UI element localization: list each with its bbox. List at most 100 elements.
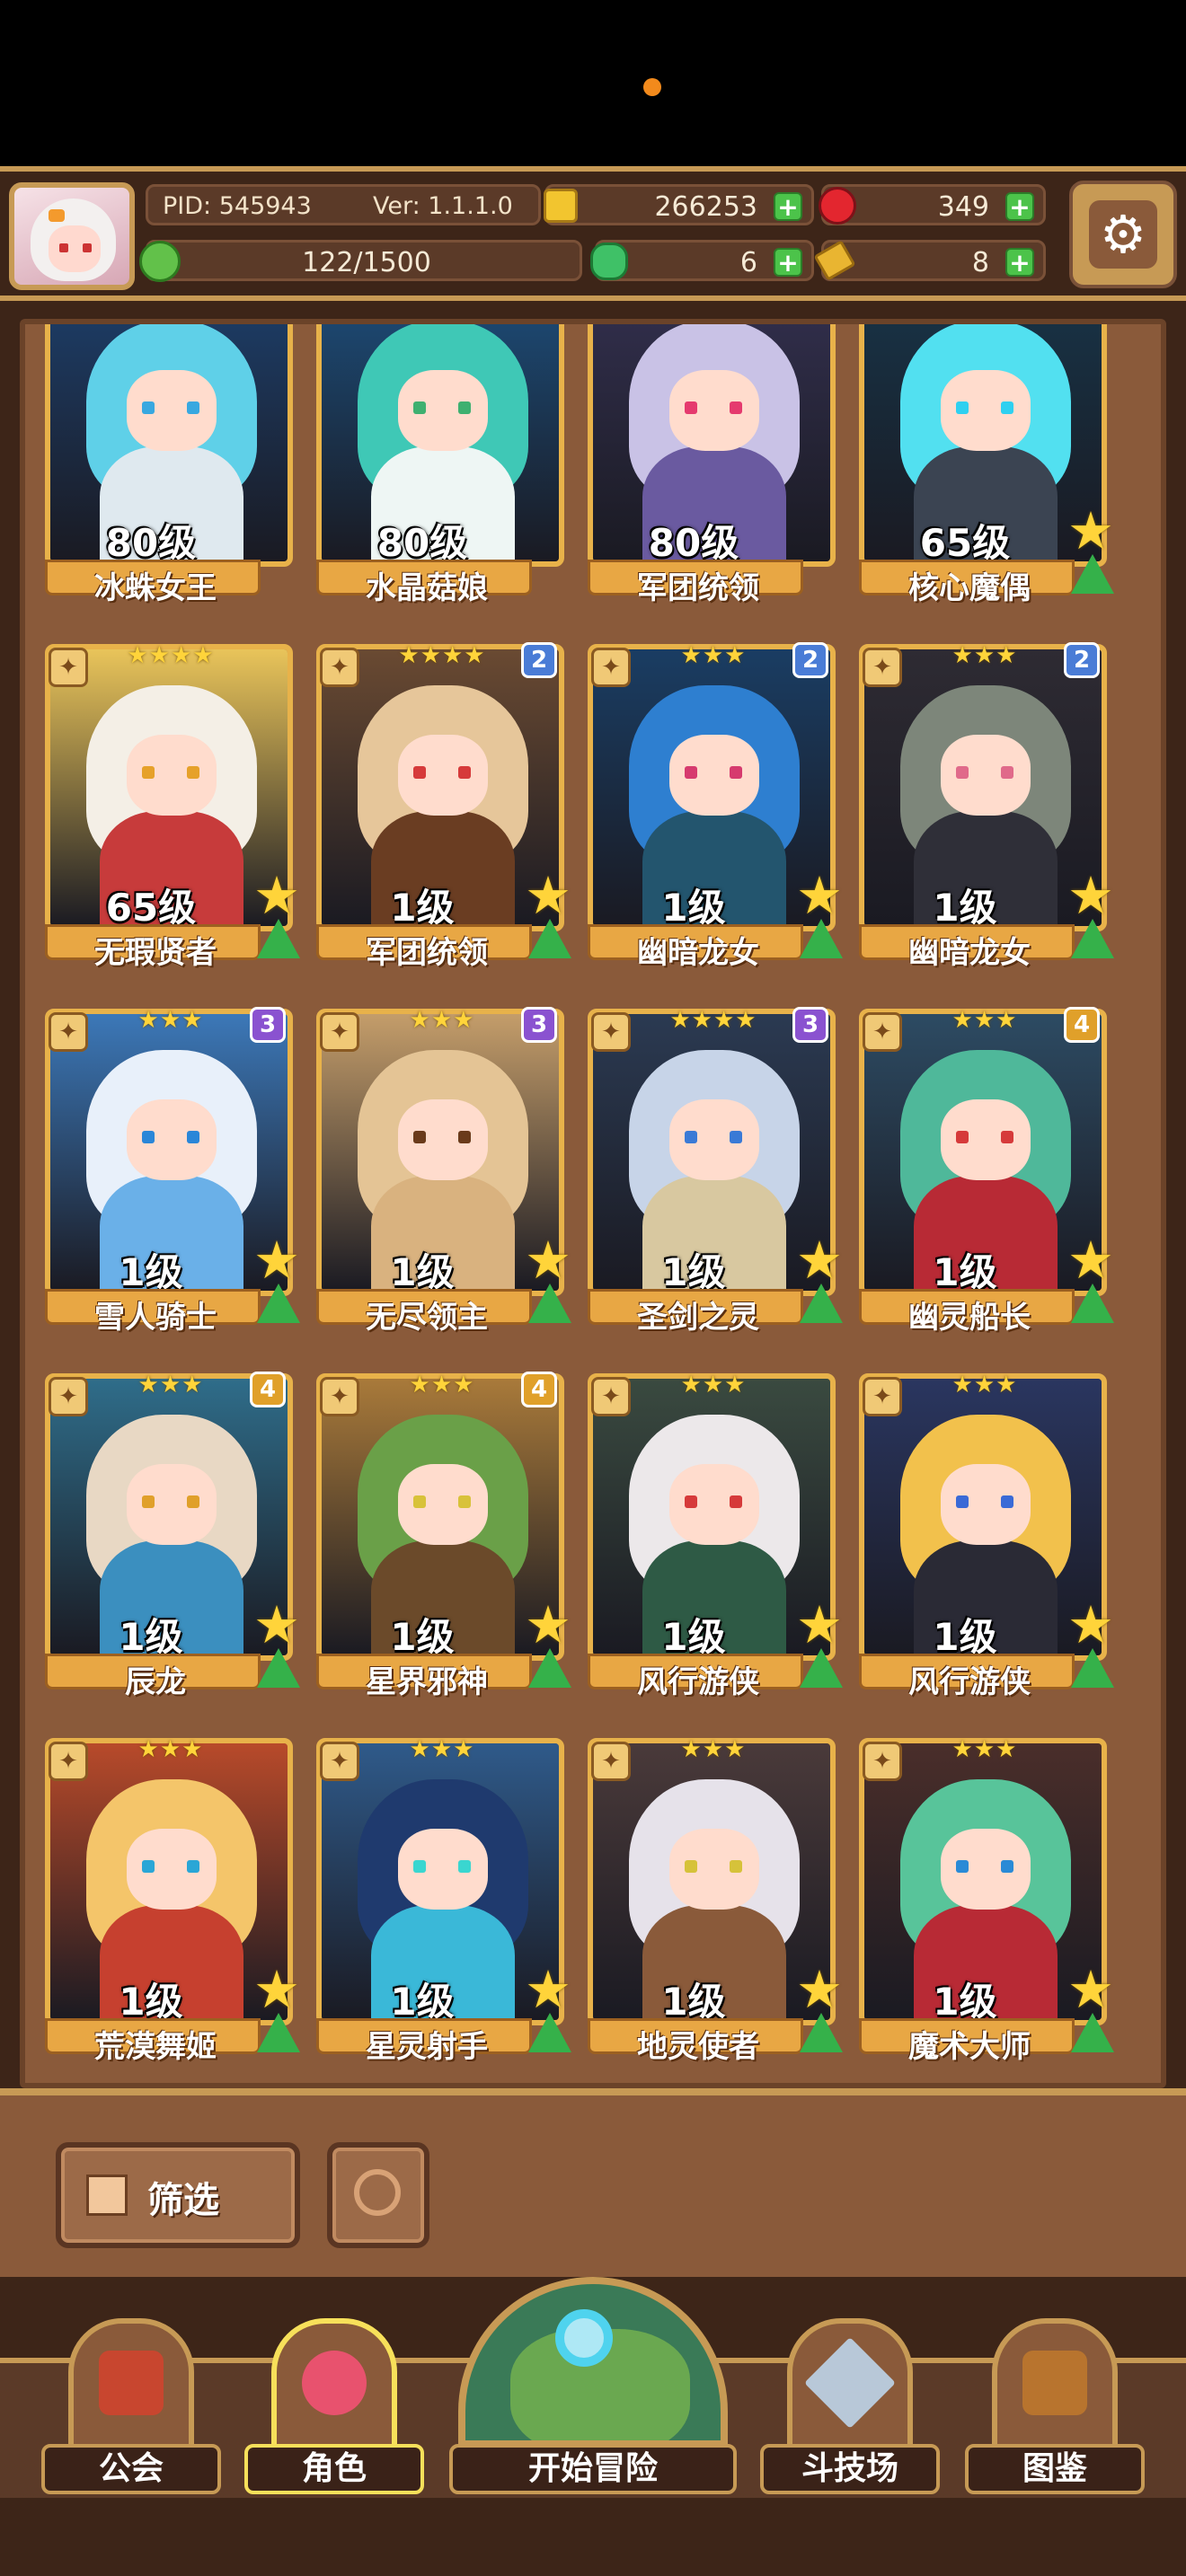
character-name: 无尽领主 [366, 1300, 488, 1336]
character-name: 幽暗龙女 [637, 935, 759, 971]
gear-icon: ⚙ [1089, 200, 1157, 269]
rarity-stars: ★★★ [409, 1736, 475, 1763]
rarity-stars: ★★★★ [127, 642, 215, 669]
grid-filter-icon [86, 2175, 128, 2216]
key-icon [813, 240, 856, 281]
nav-character[interactable]: 角色 [244, 2309, 424, 2498]
character-name: 核心魔偶 [908, 570, 1031, 606]
character-name: 无瑕贤者 [94, 935, 217, 971]
nav-start-adventure[interactable]: 开始冒险 [449, 2277, 737, 2501]
star-upgrade-icon: ★ [1067, 865, 1114, 926]
character-name-bar: 地灵使者 [588, 2018, 803, 2065]
guild-house-icon [99, 2351, 164, 2415]
nav-adventure-label: 开始冒险 [449, 2444, 737, 2494]
key-panel: 8 + [813, 240, 1046, 281]
rarity-stars: ★★★ [680, 642, 747, 669]
key-amount: 8 [971, 247, 989, 278]
character-card[interactable]: ✦ ★★★ 2 1级 幽暗龙女 ★ [588, 642, 843, 971]
add-key-button[interactable]: + [1005, 248, 1034, 277]
rarity-stars: ★★★ [137, 1372, 204, 1398]
rarity-stars: ★★★★ [669, 1007, 757, 1034]
character-card[interactable]: ✦ ★★★ 1级 荒漠舞姬 ★ [45, 1736, 300, 2065]
star-upgrade-icon: ★ [1067, 1594, 1114, 1655]
character-name: 军团统领 [366, 935, 488, 971]
character-card[interactable]: ✦ ★★★ 4 1级 辰龙 ★ [45, 1372, 300, 1700]
character-card[interactable]: ✦ ★★★ 4 1级 幽灵船长 ★ [859, 1007, 1114, 1336]
class-emblem-icon: ✦ [49, 1377, 88, 1416]
character-name: 地灵使者 [637, 2029, 759, 2065]
character-card[interactable]: 65级 核心魔偶 ★ [859, 324, 1114, 606]
nav-guild[interactable]: 公会 [41, 2309, 221, 2498]
filter-button[interactable]: 筛选 [56, 2142, 300, 2248]
reset-filter-button[interactable] [327, 2142, 429, 2248]
level-up-arrow-icon [1071, 554, 1114, 594]
class-emblem-icon: ✦ [863, 1377, 902, 1416]
character-card[interactable]: ✦ ★★★★ 3 1级 圣剑之灵 ★ [588, 1007, 843, 1336]
level-up-arrow-icon [800, 1648, 843, 1688]
character-card[interactable]: ✦ ★★★ 1级 魔术大师 ★ [859, 1736, 1114, 2065]
character-card[interactable]: ✦ ★★★ 4 1级 星界邪神 ★ [316, 1372, 571, 1700]
rank-badge: 2 [792, 642, 828, 678]
character-grid-frame: 80级 冰蛛女王 80级 水晶菇娘 80级 军团统领 65级 核心魔偶 ★ ✦ ★★★★ 65级 无瑕贤… [0, 301, 1186, 2088]
character-name: 幽灵船长 [908, 1300, 1031, 1336]
nav-arena-label: 斗技场 [760, 2444, 940, 2494]
character-card[interactable]: ✦ ★★★ 1级 地灵使者 ★ [588, 1736, 843, 2065]
add-gold-button[interactable]: + [774, 192, 802, 221]
character-name-bar: 冰蛛女王 [45, 560, 261, 606]
class-emblem-icon: ✦ [591, 1377, 631, 1416]
character-card[interactable]: ✦ ★★★ 1级 风行游侠 ★ [859, 1372, 1114, 1700]
add-clover-button[interactable]: + [774, 248, 802, 277]
character-card[interactable]: ✦ ★★★ 3 1级 无尽领主 ★ [316, 1007, 571, 1336]
settings-button[interactable]: ⚙ [1069, 181, 1177, 288]
character-card[interactable]: 80级 冰蛛女王 [45, 324, 293, 606]
level-up-arrow-icon [528, 919, 571, 958]
character-card[interactable]: 80级 军团统领 [588, 324, 836, 606]
class-emblem-icon: ✦ [320, 1742, 359, 1781]
clover-panel: 6 + [590, 240, 814, 281]
nav-guild-label: 公会 [41, 2444, 221, 2494]
character-card[interactable]: ✦ ★★★ 2 1级 幽暗龙女 ★ [859, 642, 1114, 971]
character-card[interactable]: ✦ ★★★ 1级 风行游侠 ★ [588, 1372, 843, 1700]
star-upgrade-icon: ★ [1067, 1230, 1114, 1291]
magnifier-icon [555, 2309, 613, 2367]
refresh-icon [354, 2169, 401, 2216]
character-card[interactable]: ✦ ★★★ 1级 星灵射手 ★ [316, 1736, 571, 2065]
player-avatar[interactable] [9, 182, 135, 290]
character-face-icon [302, 2351, 367, 2415]
character-name: 风行游侠 [908, 1664, 1031, 1700]
character-card[interactable]: ✦ ★★★ 3 1级 雪人骑士 ★ [45, 1007, 300, 1336]
character-name: 魔术大师 [908, 2029, 1031, 2065]
rarity-stars: ★★★ [951, 1372, 1018, 1398]
character-card[interactable]: 80级 水晶菇娘 [316, 324, 564, 606]
class-emblem-icon: ✦ [320, 648, 359, 687]
star-upgrade-icon: ★ [253, 1959, 300, 2020]
book-icon [1022, 2351, 1087, 2415]
star-upgrade-icon: ★ [796, 1959, 843, 2020]
rarity-stars: ★★★ [137, 1736, 204, 1763]
character-name-bar: 幽暗龙女 [859, 924, 1075, 971]
level-up-arrow-icon [800, 1284, 843, 1323]
nav-arena[interactable]: 斗技场 [760, 2309, 940, 2498]
home-indicator-area [0, 2515, 1186, 2576]
character-card[interactable]: ✦ ★★★★ 65级 无瑕贤者 ★ [45, 642, 300, 971]
class-emblem-icon: ✦ [591, 1012, 631, 1052]
level-up-arrow-icon [257, 2013, 300, 2052]
character-card[interactable]: ✦ ★★★★ 2 1级 军团统领 ★ [316, 642, 571, 971]
character-name-bar: 幽暗龙女 [588, 924, 803, 971]
add-gem-button[interactable]: + [1005, 192, 1034, 221]
star-upgrade-icon: ★ [525, 1230, 571, 1291]
nav-codex[interactable]: 图鉴 [965, 2309, 1145, 2498]
class-emblem-icon: ✦ [863, 1742, 902, 1781]
character-name-bar: 幽灵船长 [859, 1289, 1075, 1336]
rarity-stars: ★★★ [680, 1736, 747, 1763]
character-name-bar: 魔术大师 [859, 2018, 1075, 2065]
class-emblem-icon: ✦ [320, 1377, 359, 1416]
character-name-bar: 圣剑之灵 [588, 1289, 803, 1336]
character-grid[interactable]: 80级 冰蛛女王 80级 水晶菇娘 80级 军团统领 65级 核心魔偶 ★ ✦ ★★★★ 65级 无瑕贤… [20, 319, 1166, 2088]
class-emblem-icon: ✦ [320, 1012, 359, 1052]
character-name: 幽暗龙女 [908, 935, 1031, 971]
rank-badge: 3 [521, 1007, 557, 1043]
level-up-arrow-icon [800, 919, 843, 958]
nav-codex-label: 图鉴 [965, 2444, 1145, 2494]
star-upgrade-icon: ★ [796, 1230, 843, 1291]
